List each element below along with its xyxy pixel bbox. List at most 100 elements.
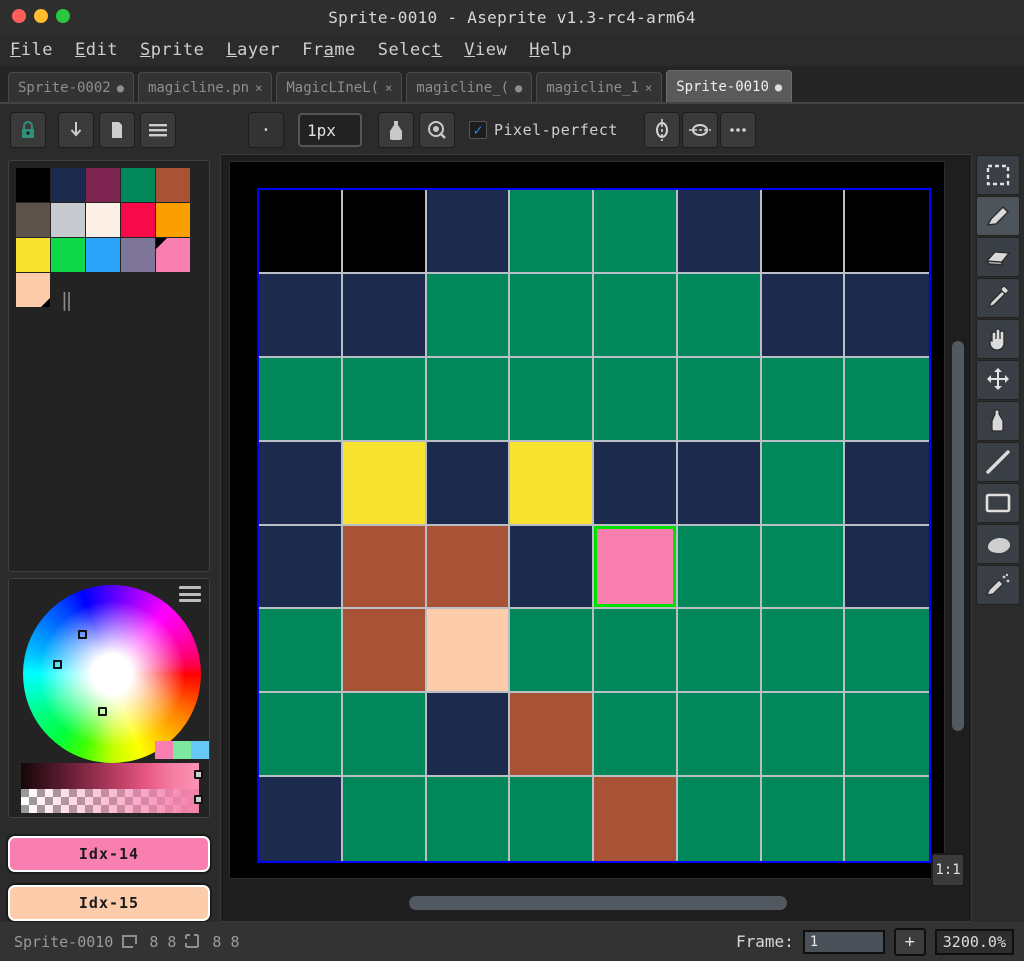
sprite-pixel-grid[interactable] bbox=[257, 188, 931, 863]
sprite-pixel-cell[interactable] bbox=[845, 693, 929, 778]
brush-size-input[interactable]: 1px bbox=[298, 113, 362, 147]
spray-tool[interactable] bbox=[976, 565, 1020, 605]
sprite-pixel-cell[interactable] bbox=[259, 441, 343, 526]
sprite-pixel-cell[interactable] bbox=[845, 357, 929, 442]
sprite-pixel-cell[interactable] bbox=[677, 273, 762, 358]
sprite-pixel-cell[interactable] bbox=[677, 441, 762, 526]
sprite-pixel-cell[interactable] bbox=[426, 609, 511, 694]
replace-color-button[interactable] bbox=[419, 112, 455, 148]
canvas-editor-area[interactable]: 1:1 bbox=[220, 154, 972, 922]
tab-close-icon[interactable]: × bbox=[645, 81, 652, 95]
wheel-marker-1[interactable] bbox=[78, 630, 87, 639]
sprite-pixel-cell[interactable] bbox=[426, 777, 511, 861]
line-tool[interactable] bbox=[976, 442, 1020, 482]
sprite-pixel-cell[interactable] bbox=[510, 609, 594, 694]
pixel-perfect-checkbox[interactable]: ✓ bbox=[469, 121, 487, 139]
sprite-pixel-cell[interactable] bbox=[426, 190, 511, 274]
sprite-pixel-cell[interactable] bbox=[342, 693, 427, 778]
foreground-color-button[interactable]: Idx-14 bbox=[8, 836, 210, 872]
sprite-pixel-cell[interactable] bbox=[594, 777, 678, 861]
sprite-pixel-cell[interactable] bbox=[510, 273, 594, 358]
shade-bar-handle[interactable] bbox=[194, 770, 203, 779]
symmetry-horizontal-button[interactable] bbox=[681, 112, 718, 148]
tab-modified-icon[interactable]: ● bbox=[117, 81, 124, 95]
sprite-pixel-cell[interactable] bbox=[845, 273, 929, 358]
canvas-viewport[interactable] bbox=[229, 161, 945, 879]
menu-help[interactable]: Help bbox=[529, 40, 572, 60]
palette-swatch[interactable] bbox=[86, 203, 120, 237]
sprite-pixel-cell[interactable] bbox=[677, 693, 762, 778]
color-wheel[interactable] bbox=[23, 585, 201, 763]
tab-close-icon[interactable]: × bbox=[385, 81, 392, 95]
sprite-pixel-cell[interactable] bbox=[259, 273, 343, 358]
tab-modified-icon[interactable]: ● bbox=[515, 81, 522, 95]
tab-close-icon[interactable]: × bbox=[255, 81, 262, 95]
pencil-tool[interactable] bbox=[976, 196, 1020, 236]
sprite-pixel-cell[interactable] bbox=[845, 525, 929, 610]
sprite-pixel-cell[interactable] bbox=[426, 273, 511, 358]
sprite-pixel-cell[interactable] bbox=[259, 357, 343, 442]
menu-frame[interactable]: Frame bbox=[302, 40, 356, 60]
palette-swatch[interactable] bbox=[16, 168, 50, 202]
sprite-pixel-cell[interactable] bbox=[594, 357, 678, 442]
sprite-pixel-cell[interactable] bbox=[259, 693, 343, 778]
palette-swatch[interactable] bbox=[86, 238, 120, 272]
sprite-pixel-cell[interactable] bbox=[342, 777, 427, 861]
sprite-pixel-cell[interactable] bbox=[677, 190, 762, 274]
sprite-pixel-cell[interactable] bbox=[510, 693, 594, 778]
sprite-pixel-cell[interactable] bbox=[259, 609, 343, 694]
rectangular-marquee-tool[interactable] bbox=[976, 155, 1020, 195]
sprite-pixel-cell[interactable] bbox=[342, 525, 427, 610]
menu-sprite[interactable]: Sprite bbox=[140, 40, 204, 60]
document-tab[interactable]: magicline_1 × bbox=[536, 72, 663, 102]
palette-panel[interactable]: ‖ bbox=[8, 160, 210, 572]
sprite-pixel-cell[interactable] bbox=[761, 525, 846, 610]
palette-swatch[interactable] bbox=[16, 238, 50, 272]
blur-tool[interactable] bbox=[976, 524, 1020, 564]
lock-button[interactable] bbox=[10, 112, 46, 148]
menu-select[interactable]: Select bbox=[378, 40, 442, 60]
color-wheel-extra-swatch[interactable] bbox=[191, 741, 209, 759]
sprite-pixel-cell[interactable] bbox=[342, 609, 427, 694]
document-tab[interactable]: Sprite-0010 ● bbox=[666, 70, 793, 102]
background-color-button[interactable]: Idx-15 bbox=[8, 885, 210, 921]
palette-swatch[interactable] bbox=[156, 168, 190, 202]
menu-file[interactable]: File bbox=[10, 40, 53, 60]
close-button[interactable] bbox=[12, 9, 26, 23]
sprite-pixel-cell[interactable] bbox=[677, 609, 762, 694]
color-wheel-extra-swatch[interactable] bbox=[155, 741, 173, 759]
palette-swatch-grid[interactable] bbox=[16, 168, 190, 307]
document-tab[interactable]: magicline.pn × bbox=[137, 72, 273, 102]
palette-swatch[interactable] bbox=[121, 238, 155, 272]
palette-swatch[interactable] bbox=[156, 238, 190, 272]
window-controls[interactable] bbox=[12, 9, 70, 23]
maximize-button[interactable] bbox=[56, 9, 70, 23]
alpha-bar-handle[interactable] bbox=[194, 795, 203, 804]
color-wheel-panel[interactable] bbox=[8, 578, 210, 818]
frame-input[interactable]: 1 bbox=[802, 929, 885, 954]
eraser-tool[interactable] bbox=[976, 237, 1020, 277]
sprite-pixel-cell[interactable] bbox=[677, 357, 762, 442]
palette-swatch[interactable] bbox=[86, 168, 120, 202]
sprite-pixel-cell[interactable] bbox=[342, 190, 427, 274]
zoom-level-display[interactable]: 3200.0% bbox=[934, 928, 1014, 955]
sprite-pixel-cell[interactable] bbox=[761, 777, 846, 861]
sprite-pixel-cell[interactable] bbox=[845, 190, 929, 274]
sprite-pixel-cell[interactable] bbox=[426, 441, 511, 526]
document-tab[interactable]: MagicLIneL(× bbox=[276, 72, 403, 102]
hamburger-menu-button[interactable] bbox=[140, 112, 176, 148]
sprite-pixel-cell[interactable] bbox=[761, 190, 846, 274]
eyedropper-tool[interactable] bbox=[976, 278, 1020, 318]
canvas-vertical-scrollbar[interactable] bbox=[952, 341, 964, 731]
palette-swatch[interactable] bbox=[121, 203, 155, 237]
sprite-pixel-cell[interactable] bbox=[342, 357, 427, 442]
move-tool[interactable] bbox=[976, 360, 1020, 400]
paint-bucket-tool[interactable] bbox=[976, 401, 1020, 441]
document-tab[interactable]: Sprite-0002 ● bbox=[8, 72, 134, 102]
sprite-pixel-cell[interactable] bbox=[426, 693, 511, 778]
palette-swatch[interactable] bbox=[16, 203, 50, 237]
sprite-pixel-cell[interactable] bbox=[761, 441, 846, 526]
sprite-pixel-cell[interactable] bbox=[510, 525, 594, 610]
sprite-pixel-cell[interactable] bbox=[594, 273, 678, 358]
menu-layer[interactable]: Layer bbox=[226, 40, 280, 60]
